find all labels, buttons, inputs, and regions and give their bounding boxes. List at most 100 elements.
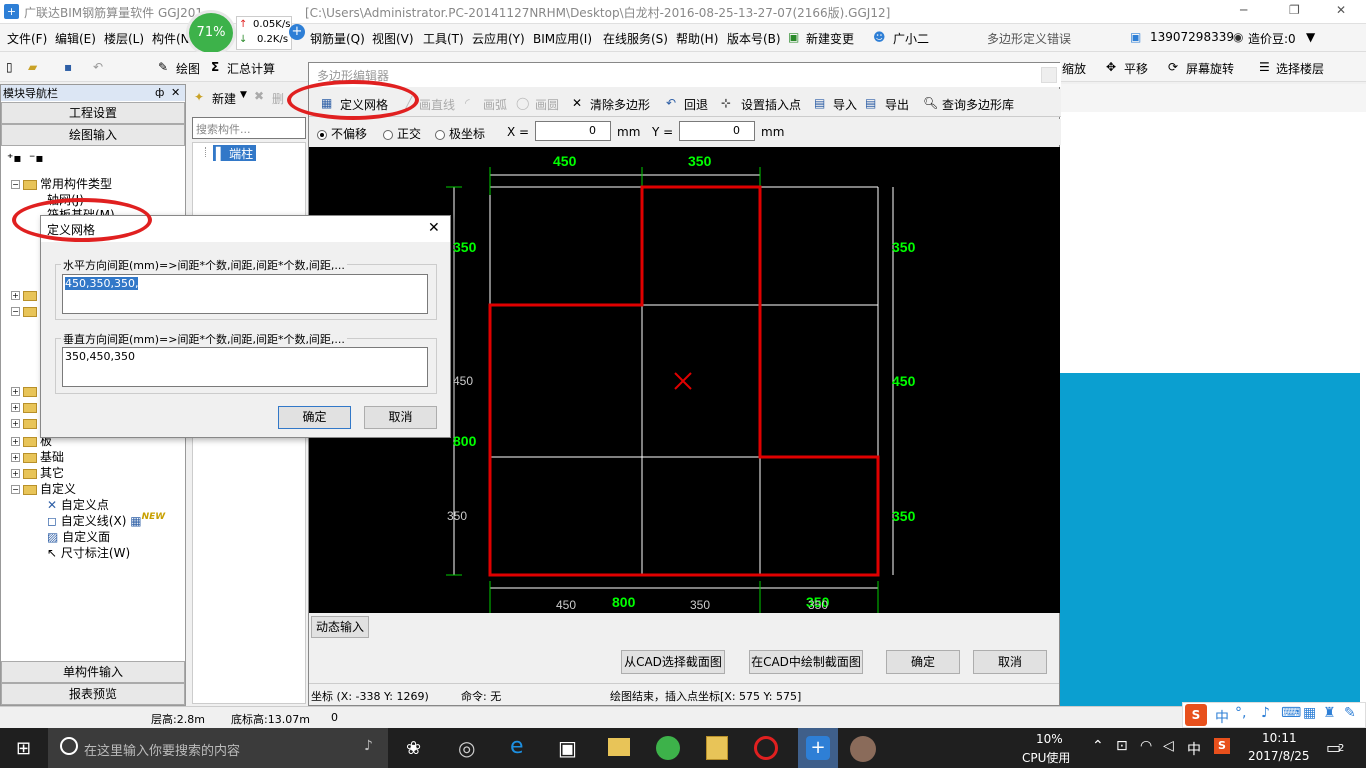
- dialog-close-button[interactable]: ✕: [428, 220, 440, 236]
- net-widget[interactable]: 71% ↑ 0.05K/s ↓ 0.2K/s +: [183, 10, 307, 56]
- nav-close-icon[interactable]: ✕: [171, 86, 180, 99]
- undo-button[interactable]: 回退: [684, 96, 708, 113]
- minimize-button[interactable]: ─: [1240, 3, 1247, 17]
- app-notepad-icon[interactable]: [706, 736, 728, 760]
- tray-chevron-icon[interactable]: ⌃: [1092, 738, 1104, 754]
- report-preview-button[interactable]: 报表预览: [1, 683, 185, 705]
- tree-custom[interactable]: − 自定义: [11, 480, 76, 497]
- zoom-button[interactable]: 缩放: [1062, 60, 1086, 77]
- ie-icon[interactable]: e: [510, 734, 524, 759]
- tree-folder-1[interactable]: +: [11, 288, 40, 302]
- polar-radio[interactable]: 极坐标: [435, 125, 485, 142]
- clear-polygon-button[interactable]: 清除多边形: [590, 96, 650, 113]
- user-phone[interactable]: 13907298339: [1150, 30, 1234, 44]
- menu-cloud[interactable]: 云应用(Y): [472, 30, 525, 47]
- menu-help[interactable]: 帮助(H): [676, 30, 718, 47]
- dialog-ok-button[interactable]: 确定: [278, 406, 351, 429]
- component-search-input[interactable]: 搜索构件...: [192, 117, 306, 139]
- expand-all-icon[interactable]: ⁺▪: [7, 151, 21, 165]
- dropdown-icon[interactable]: ▼: [240, 90, 247, 100]
- microphone-icon[interactable]: ♪: [364, 738, 373, 754]
- ime-mode[interactable]: 中: [1215, 707, 1229, 727]
- tree-folder-2[interactable]: −: [11, 304, 40, 318]
- store-icon[interactable]: ▣: [558, 736, 577, 760]
- app-avatar-icon[interactable]: [850, 736, 876, 762]
- taskbar-search-box[interactable]: 在这里输入你要搜索的内容 ♪: [48, 728, 388, 768]
- menu-extra[interactable]: ▼: [1306, 30, 1315, 44]
- delete-button[interactable]: 删: [272, 90, 284, 107]
- app-swirl-icon[interactable]: [754, 736, 778, 760]
- menu-online[interactable]: 在线服务(S): [603, 30, 668, 47]
- component-item-selected[interactable]: ▌ 端柱: [213, 145, 257, 161]
- import-button[interactable]: 导入: [833, 96, 857, 113]
- editor-ok-button[interactable]: 确定: [886, 650, 960, 674]
- tree-custom-face[interactable]: ▨ 自定义面: [47, 528, 110, 545]
- dialog-cancel-button[interactable]: 取消: [364, 406, 437, 429]
- clock-time[interactable]: 10:11: [1262, 731, 1297, 745]
- vertical-spacing-input[interactable]: 350,450,350: [62, 347, 428, 387]
- tray-network-icon[interactable]: ⊡: [1116, 738, 1128, 754]
- pan-button[interactable]: 平移: [1124, 60, 1148, 77]
- menu-floor[interactable]: 楼层(L): [104, 30, 144, 47]
- menu-bim[interactable]: BIM应用(I): [533, 30, 592, 47]
- draw-arc-button[interactable]: 画弧: [483, 96, 507, 113]
- menu-tools[interactable]: 工具(T): [423, 30, 464, 47]
- draw-line-button[interactable]: 画直线: [419, 96, 455, 113]
- tree-other[interactable]: + 其它: [11, 464, 64, 481]
- editor-close-button[interactable]: [1041, 67, 1057, 83]
- single-input-button[interactable]: 单构件输入: [1, 661, 185, 683]
- new-file-icon[interactable]: ▯: [6, 60, 13, 74]
- plus-icon[interactable]: +: [289, 24, 305, 40]
- menu-version[interactable]: 版本号(B): [727, 30, 781, 47]
- tree-folder-5[interactable]: +: [11, 416, 40, 430]
- task-view-icon[interactable]: ❀: [406, 738, 421, 759]
- tree-custom-line[interactable]: ◻ 自定义线(X) ▦NEW: [47, 512, 165, 529]
- tree-foundation[interactable]: + 基础: [11, 448, 64, 465]
- edge-browser-icon[interactable]: ◎: [458, 736, 475, 760]
- clock-date[interactable]: 2017/8/25: [1248, 749, 1310, 763]
- shirt-icon[interactable]: ♜: [1323, 705, 1336, 721]
- query-library-button[interactable]: 查询多边形库: [942, 96, 1014, 113]
- draw-button[interactable]: 绘图: [176, 60, 200, 77]
- tree-custom-point[interactable]: ✕ 自定义点: [47, 496, 109, 513]
- set-insert-point-button[interactable]: 设置插入点: [741, 96, 801, 113]
- tree-common-types[interactable]: − 常用构件类型: [11, 175, 112, 192]
- tree-folder-3[interactable]: +: [11, 384, 40, 398]
- tree-folder-4[interactable]: +: [11, 400, 40, 414]
- skin-icon[interactable]: ▦: [1303, 705, 1316, 721]
- tray-wifi-icon[interactable]: ◠: [1140, 738, 1152, 754]
- menu-edit[interactable]: 编辑(E): [55, 30, 96, 47]
- open-folder-icon[interactable]: ▰: [28, 60, 37, 74]
- menu-file[interactable]: 文件(F): [7, 30, 47, 47]
- tray-sogou-icon[interactable]: S: [1214, 738, 1230, 754]
- explorer-folder-icon[interactable]: [608, 738, 630, 756]
- undo-icon[interactable]: ↶: [93, 60, 103, 74]
- punct-icon[interactable]: °,: [1235, 705, 1246, 721]
- dynamic-input-button[interactable]: 动态输入: [311, 616, 369, 638]
- restore-button[interactable]: ❐: [1289, 3, 1300, 17]
- draw-circle-button[interactable]: 画圆: [535, 96, 559, 113]
- menu-rebar[interactable]: 钢筋量(Q): [310, 30, 365, 47]
- wrench-icon[interactable]: ✎: [1344, 705, 1356, 721]
- draw-input-button[interactable]: 绘图输入: [1, 124, 185, 146]
- mic-icon[interactable]: ♪: [1261, 705, 1270, 721]
- collapse-all-icon[interactable]: ⁻▪: [29, 151, 43, 165]
- export-button[interactable]: 导出: [885, 96, 909, 113]
- tree-dimension[interactable]: ↖ 尺寸标注(W): [47, 544, 130, 561]
- save-icon[interactable]: ▪: [64, 60, 72, 74]
- select-from-cad-button[interactable]: 从CAD选择截面图: [621, 650, 725, 674]
- app-green-icon[interactable]: [656, 736, 680, 760]
- x-input[interactable]: 0: [535, 121, 611, 141]
- sum-button[interactable]: 汇总计算: [227, 60, 275, 77]
- no-offset-radio[interactable]: 不偏移: [317, 125, 367, 142]
- y-input[interactable]: 0: [679, 121, 755, 141]
- price-beans[interactable]: 造价豆:0: [1248, 30, 1296, 47]
- menu-new-change[interactable]: 新建变更: [806, 30, 854, 47]
- project-settings-button[interactable]: 工程设置: [1, 102, 185, 124]
- menu-view[interactable]: 视图(V): [372, 30, 414, 47]
- rotate-button[interactable]: 屏幕旋转: [1186, 60, 1234, 77]
- horizontal-spacing-input[interactable]: 450,350,350,: [62, 274, 428, 314]
- editor-cancel-button[interactable]: 取消: [973, 650, 1047, 674]
- tray-ime[interactable]: 中: [1187, 739, 1201, 759]
- draw-in-cad-button[interactable]: 在CAD中绘制截面图: [749, 650, 863, 674]
